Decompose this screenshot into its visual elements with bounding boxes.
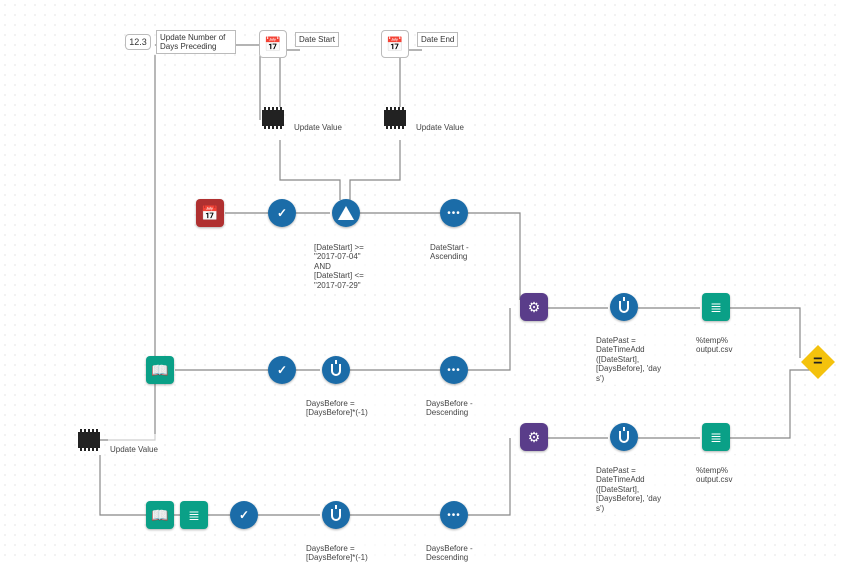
sort-tool-r2[interactable] [440, 356, 468, 384]
join-tool-1[interactable] [520, 293, 548, 321]
dynamic-input-tool[interactable] [196, 199, 224, 227]
label-formula-datepast-2: DatePast = DateTimeAdd ([DateStart], [Da… [594, 455, 676, 515]
filter-tool[interactable] [332, 199, 360, 227]
date-input-end[interactable] [381, 30, 409, 58]
formula-tool-r3[interactable] [322, 501, 350, 529]
label-sort-datestart-asc: DateStart - Ascending [428, 232, 494, 263]
macro-input-tool-r2[interactable] [146, 356, 174, 384]
formula-datepast-2[interactable] [610, 423, 638, 451]
check-icon [277, 363, 287, 377]
macro-input-tool-r3[interactable] [146, 501, 174, 529]
select-tool-r1[interactable] [268, 199, 296, 227]
book-icon [151, 507, 168, 524]
label-sort-daysbefore-desc-1: DaysBefore - Descending [424, 388, 494, 419]
check-icon [277, 206, 287, 220]
dots-icon [447, 365, 461, 376]
calendar-icon [201, 205, 218, 222]
action-icon [78, 432, 100, 448]
triangle-icon [338, 206, 354, 220]
action-icon [262, 110, 284, 126]
comment-date-start: Date Start [295, 32, 339, 47]
label-filter-expr: [DateStart] >= "2017-07-04" AND [DateSta… [312, 232, 388, 292]
label-sort-daysbefore-desc-2: DaysBefore - Descending [424, 533, 494, 564]
label-formula-datepast-1: DatePast = DateTimeAdd ([DateStart], [Da… [594, 325, 676, 385]
calendar-icon [264, 36, 281, 53]
gear-icon [528, 299, 541, 316]
label-update-value-1: Update Value [292, 112, 344, 133]
action-tool-update-value-2[interactable] [384, 110, 406, 126]
label-update-value-3: Update Value [108, 434, 160, 455]
label-output-1: %temp% output.csv [694, 325, 748, 356]
macro-output-tool-r3[interactable] [180, 501, 208, 529]
equals-tool[interactable] [806, 350, 830, 374]
equals-icon [813, 353, 822, 371]
label-output-2: %temp% output.csv [694, 455, 748, 486]
sort-tool-r3[interactable] [440, 501, 468, 529]
sort-tool-r1[interactable] [440, 199, 468, 227]
action-tool-update-value-1[interactable] [262, 110, 284, 126]
formula-tool-r2[interactable] [322, 356, 350, 384]
action-icon [384, 110, 406, 126]
book-icon [151, 362, 168, 379]
page-icon [188, 507, 200, 524]
label-update-value-2: Update Value [414, 112, 466, 133]
select-tool-r2[interactable] [268, 356, 296, 384]
flask-icon [619, 431, 629, 443]
output-tool-2[interactable] [702, 423, 730, 451]
comment-update-days: Update Number of Days Preceding [156, 30, 236, 54]
select-tool-r3[interactable] [230, 501, 258, 529]
flask-icon [619, 301, 629, 313]
formula-datepast-1[interactable] [610, 293, 638, 321]
dots-icon [447, 208, 461, 219]
action-tool-update-value-3[interactable] [78, 432, 100, 448]
calendar-icon [386, 36, 403, 53]
page-icon [710, 429, 722, 446]
dots-icon [447, 510, 461, 521]
label-formula-daysbefore-1: DaysBefore = [DaysBefore]*(-1) [304, 388, 390, 419]
text-box-tool[interactable]: 12.3 [125, 34, 151, 50]
check-icon [239, 508, 249, 522]
date-input-start[interactable] [259, 30, 287, 58]
comment-date-end: Date End [417, 32, 458, 47]
join-tool-2[interactable] [520, 423, 548, 451]
flask-icon [331, 509, 341, 521]
flask-icon [331, 364, 341, 376]
textbox-value: 12.3 [129, 37, 147, 47]
output-tool-1[interactable] [702, 293, 730, 321]
page-icon [710, 299, 722, 316]
gear-icon [528, 429, 541, 446]
label-formula-daysbefore-2: DaysBefore = [DaysBefore]*(-1) [304, 533, 390, 564]
